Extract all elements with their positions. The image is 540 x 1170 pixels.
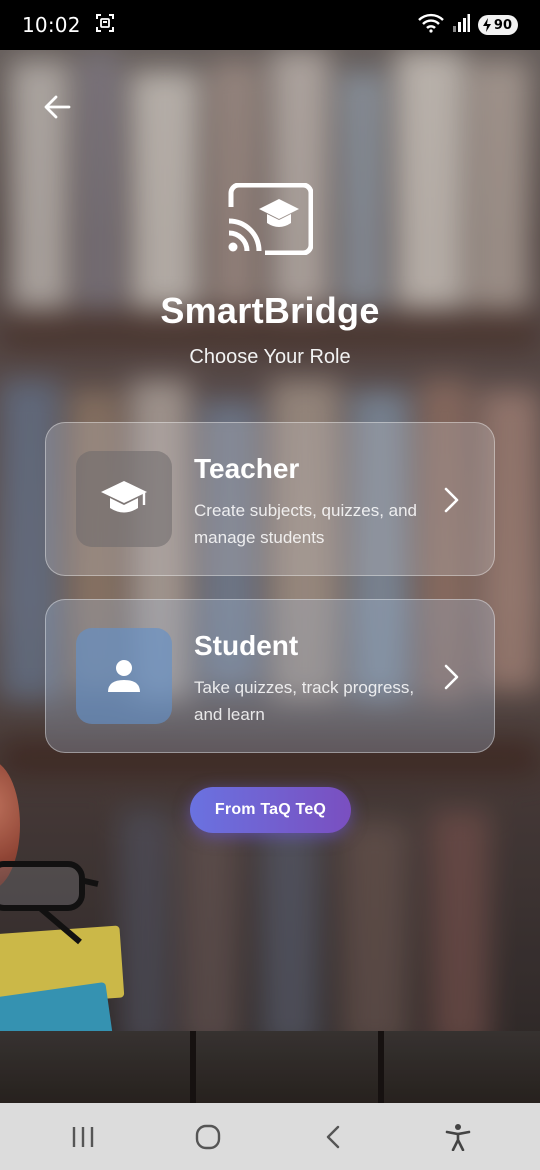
teacher-title: Teacher xyxy=(194,453,300,484)
student-icon-box xyxy=(76,628,172,724)
status-right: 90 xyxy=(418,13,518,38)
arrow-left-icon xyxy=(44,95,71,119)
teacher-role-card[interactable]: Teacher Create subjects, quizzes, and ma… xyxy=(45,422,495,576)
system-back-button[interactable] xyxy=(303,1107,363,1167)
home-icon xyxy=(195,1124,220,1149)
navigation-bar xyxy=(0,1103,540,1170)
home-button[interactable] xyxy=(178,1107,238,1167)
wifi-icon xyxy=(418,13,444,38)
screenshot-icon xyxy=(95,13,115,38)
status-left: 10:02 xyxy=(22,13,115,38)
accessibility-button[interactable] xyxy=(428,1107,488,1167)
teacher-icon-box xyxy=(76,451,172,547)
credit-badge: From TaQ TeQ xyxy=(190,787,351,833)
recent-apps-button[interactable] xyxy=(53,1107,113,1167)
accessibility-icon xyxy=(445,1123,470,1151)
chevron-right-icon xyxy=(444,664,459,690)
student-role-card[interactable]: Student Take quizzes, track progress, an… xyxy=(45,599,495,753)
teacher-description: Create subjects, quizzes, and manage stu… xyxy=(194,501,418,547)
person-icon xyxy=(108,660,140,692)
status-bar: 10:02 90 xyxy=(0,0,540,50)
battery-level: 90 xyxy=(493,17,512,33)
signal-icon xyxy=(452,13,470,37)
battery-icon: 90 xyxy=(477,15,518,35)
chevron-right-icon xyxy=(444,487,459,513)
graduation-cap-icon xyxy=(101,481,147,513)
student-title: Student xyxy=(194,630,299,661)
cast-graduation-cap-icon xyxy=(228,183,313,255)
student-description: Take quizzes, track progress, and learn xyxy=(194,678,415,724)
back-icon xyxy=(326,1125,339,1148)
status-time: 10:02 xyxy=(22,13,81,37)
subtitle: Choose Your Role xyxy=(189,346,351,368)
back-button[interactable] xyxy=(40,92,74,122)
app-title: SmartBridge xyxy=(160,290,380,331)
recent-apps-icon xyxy=(72,1126,93,1147)
